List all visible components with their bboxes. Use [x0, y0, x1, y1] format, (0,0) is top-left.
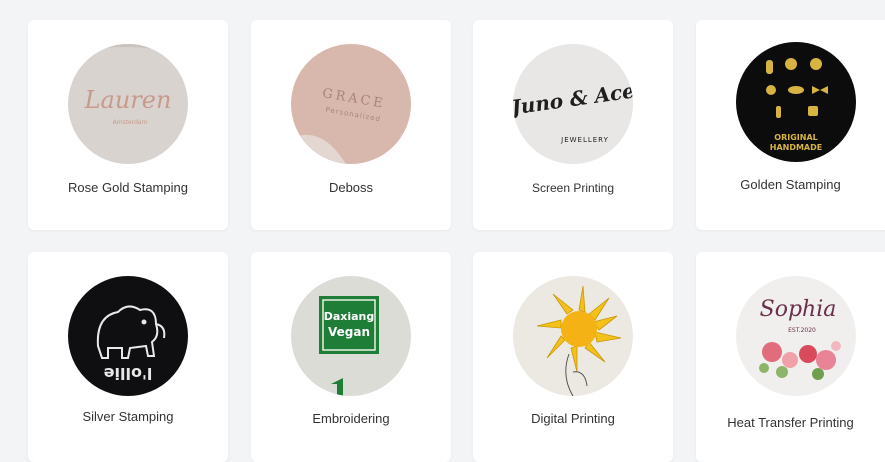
product-grid: Lauren Amsterdam Rose Gold Stamping GRAC… [0, 0, 885, 462]
product-card-heat-transfer-printing[interactable]: Sophia EST.2020 Heat Transfer Printing [696, 252, 885, 462]
product-image-digital-printing [513, 276, 633, 396]
image-text: ORIGINAL [774, 133, 817, 142]
product-label: Heat Transfer Printing [727, 415, 854, 430]
image-text: l'ollie [104, 364, 153, 383]
product-label: Embroidering [312, 411, 390, 426]
product-image-screen-printing: Juno & Ace JEWELLERY [513, 44, 633, 164]
product-card-silver-stamping[interactable]: l'ollie Silver Stamping [28, 252, 228, 462]
image-text: Daxiang [324, 310, 375, 323]
product-image-deboss: GRACE Personalized [291, 44, 411, 164]
product-card-screen-printing[interactable]: Juno & Ace JEWELLERY Screen Printing [473, 20, 673, 230]
product-label: Rose Gold Stamping [68, 180, 188, 195]
product-label: Silver Stamping [82, 409, 174, 424]
image-subtext: JEWELLERY [560, 136, 609, 144]
image-subtext: Vegan [328, 325, 370, 339]
product-card-rose-gold-stamping[interactable]: Lauren Amsterdam Rose Gold Stamping [28, 20, 228, 230]
image-subtext: Amsterdam [113, 119, 148, 126]
product-card-golden-stamping[interactable]: ORIGINAL HANDMADE Golden Stamping [696, 20, 885, 230]
product-label: Digital Printing [531, 411, 615, 426]
product-image-heat-transfer-printing: Sophia EST.2020 [736, 276, 856, 396]
image-text: Sophia [760, 297, 837, 322]
product-image-embroidering: Daxiang Vegan [291, 276, 411, 396]
product-label: Golden Stamping [740, 177, 841, 192]
product-card-digital-printing[interactable]: Digital Printing [473, 252, 673, 462]
product-card-deboss[interactable]: GRACE Personalized Deboss [251, 20, 451, 230]
image-subtext: HANDMADE [770, 143, 822, 152]
image-text: Lauren [84, 86, 172, 114]
product-card-embroidering[interactable]: Daxiang Vegan Embroidering [251, 252, 451, 462]
product-label: Deboss [328, 180, 374, 195]
product-image-silver-stamping: l'ollie [68, 276, 188, 396]
image-subtext: EST.2020 [788, 327, 816, 334]
product-label: Screen Printing [531, 181, 615, 195]
product-image-golden-stamping: ORIGINAL HANDMADE [736, 42, 856, 162]
product-image-rose-gold-stamping: Lauren Amsterdam [68, 44, 188, 164]
